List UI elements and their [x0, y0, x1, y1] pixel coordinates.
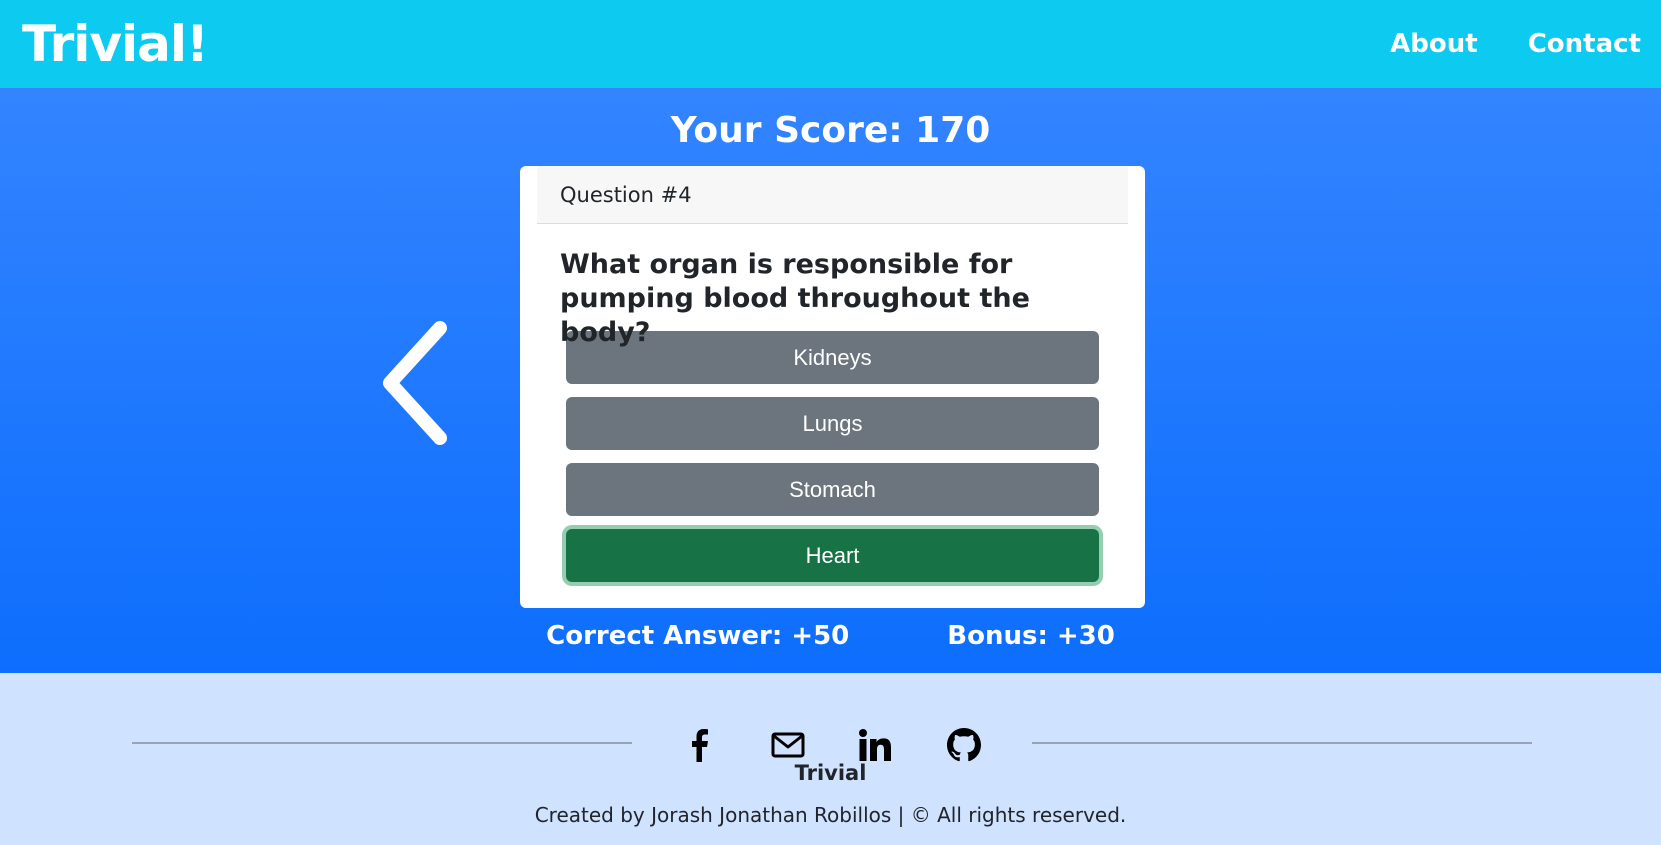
question-text: What organ is responsible for pumping bl… — [560, 249, 1030, 348]
linkedin-icon — [859, 729, 891, 761]
divider-left — [132, 742, 632, 744]
mail-icon — [771, 732, 805, 758]
answer-button-heart[interactable]: Heart — [566, 529, 1099, 582]
chevron-left-icon — [383, 321, 447, 445]
brand-logo[interactable]: Trivial! — [22, 15, 209, 73]
facebook-icon — [692, 729, 708, 762]
social-links — [0, 699, 1661, 762]
nav-link-contact[interactable]: Contact — [1528, 29, 1641, 59]
points-summary: Correct Answer: +50 Bonus: +30 — [0, 621, 1661, 651]
score-display: Your Score: 170 — [670, 110, 991, 151]
divider-right — [1032, 742, 1532, 744]
footer: Trivial Created by Jorash Jonathan Robil… — [0, 673, 1661, 845]
answer-button-stomach[interactable]: Stomach — [566, 463, 1099, 516]
answer-button-lungs[interactable]: Lungs — [566, 397, 1099, 450]
correct-answer-points: Correct Answer: +50 — [546, 621, 850, 651]
answer-list: Kidneys Lungs Stomach Heart — [537, 331, 1128, 582]
github-icon — [947, 728, 981, 762]
quiz-area: Your Score: 170 Question #4 What organ i… — [0, 88, 1661, 673]
footer-title: Trivial — [794, 761, 867, 785]
bonus-points: Bonus: +30 — [947, 621, 1115, 651]
nav-link-about[interactable]: About — [1390, 29, 1478, 59]
navbar: Trivial! About Contact — [0, 0, 1661, 88]
question-number: Question #4 — [537, 166, 1128, 224]
previous-question-button[interactable] — [378, 318, 458, 448]
nav-links: About Contact — [1390, 29, 1641, 59]
footer-credit: Created by Jorash Jonathan Robillos | © … — [534, 803, 1127, 827]
question-card: Question #4 What organ is responsible fo… — [520, 166, 1145, 608]
